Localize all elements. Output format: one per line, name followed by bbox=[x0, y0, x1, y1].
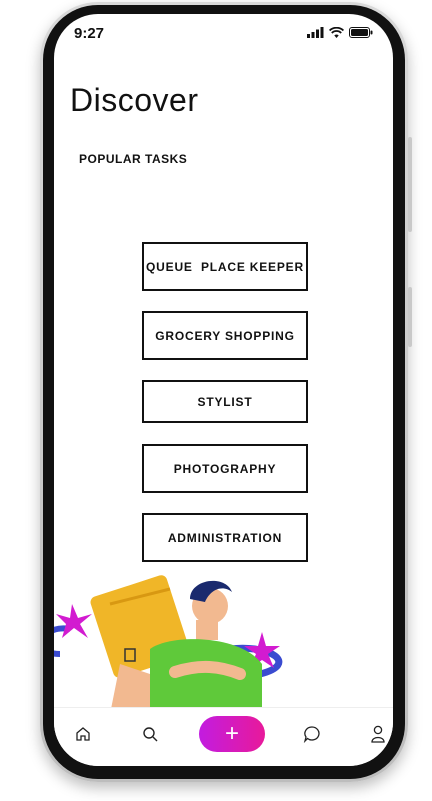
tab-search[interactable] bbox=[138, 722, 162, 746]
task-button-queue-place-keeper[interactable]: QUEUE PLACE KEEPER bbox=[142, 242, 308, 291]
battery-icon bbox=[349, 27, 373, 38]
status-icons bbox=[307, 27, 373, 38]
page-title: Discover bbox=[70, 82, 199, 118]
volume-button bbox=[408, 137, 412, 232]
profile-icon bbox=[371, 725, 385, 743]
status-bar: 9:27 bbox=[54, 14, 393, 54]
tab-home[interactable] bbox=[71, 722, 95, 746]
add-button[interactable]: + bbox=[199, 716, 265, 752]
signal-icon bbox=[307, 27, 324, 38]
delivery-person-illustration bbox=[54, 575, 283, 714]
task-button-grocery-shopping[interactable]: GROCERY SHOPPING bbox=[142, 311, 308, 360]
tab-bar: + bbox=[54, 707, 393, 766]
section-label: POPULAR TASKS bbox=[79, 152, 188, 166]
search-icon bbox=[143, 727, 158, 742]
home-icon bbox=[76, 727, 90, 741]
tab-profile[interactable] bbox=[366, 722, 390, 746]
task-button-stylist[interactable]: STYLIST bbox=[142, 380, 308, 423]
chat-icon bbox=[303, 726, 320, 743]
task-button-photography[interactable]: PHOTOGRAPHY bbox=[142, 444, 308, 493]
screen: 9:27 Discover POPULAR TASKS QUEUE PLACE … bbox=[54, 14, 393, 766]
wifi-icon bbox=[329, 27, 344, 38]
power-button bbox=[408, 287, 412, 347]
status-time: 9:27 bbox=[74, 25, 105, 42]
add-icon: + bbox=[224, 720, 239, 747]
tab-chat[interactable] bbox=[300, 722, 324, 746]
